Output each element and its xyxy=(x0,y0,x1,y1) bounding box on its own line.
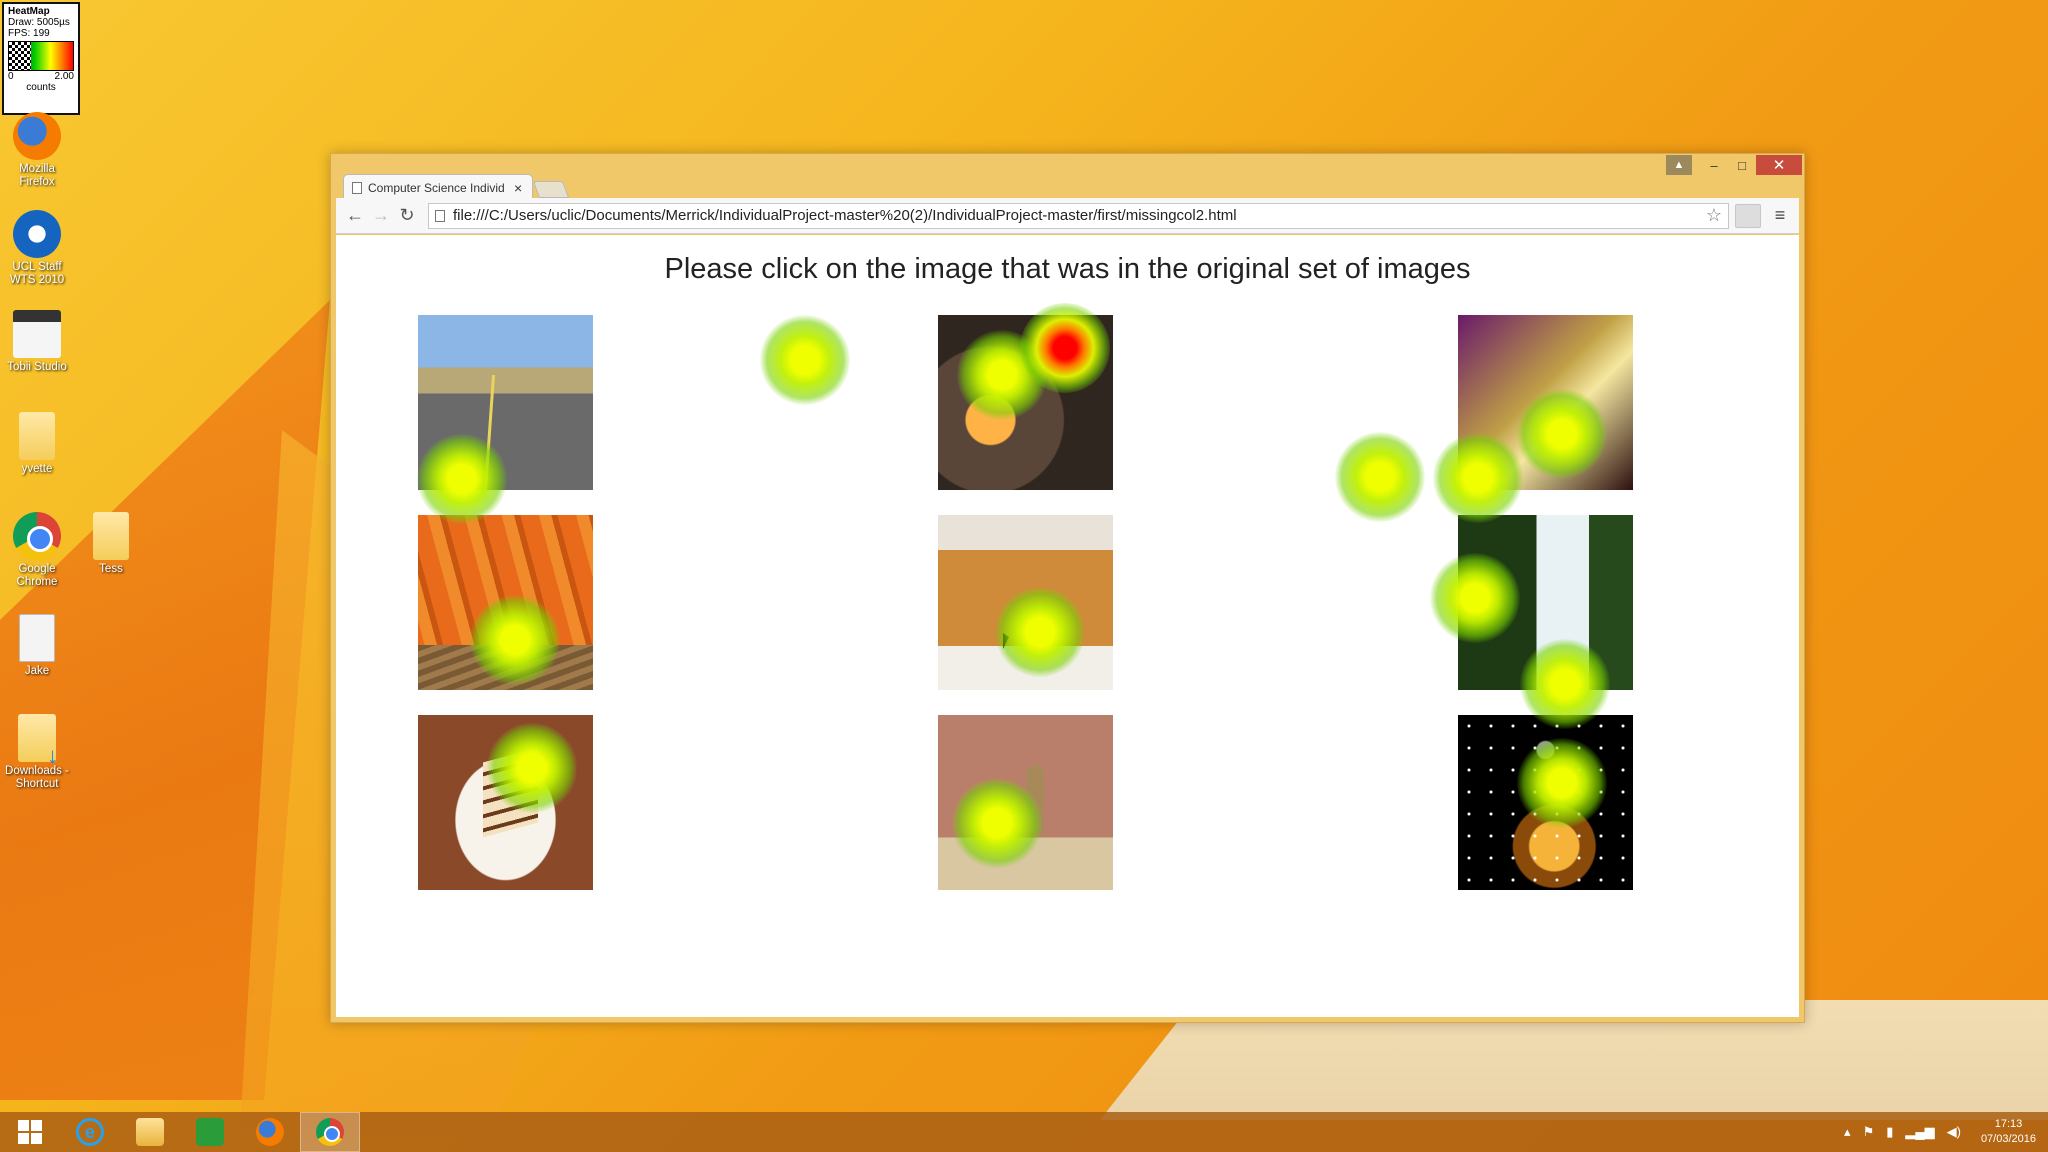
action-center-flag-icon[interactable]: ⚑ xyxy=(1863,1124,1875,1140)
tab-close-button[interactable]: × xyxy=(514,180,528,196)
show-hidden-icons-icon[interactable]: ▴ xyxy=(1844,1124,1851,1140)
desktop-icon-tobii[interactable]: Tobii Studio xyxy=(0,310,74,374)
title-bar[interactable]: Computer Science Individ × ▲ – □ ✕ xyxy=(331,154,1804,200)
page-icon xyxy=(352,181,362,194)
document-icon xyxy=(19,614,55,662)
heatmap-blob xyxy=(1517,738,1607,828)
folder-icon xyxy=(93,512,129,560)
chrome-icon xyxy=(13,512,61,560)
taskbar-store[interactable] xyxy=(180,1112,240,1152)
heatmap-draw-time: Draw: 5005µs xyxy=(8,17,70,28)
url-text: file:///C:/Users/uclic/Documents/Merrick… xyxy=(453,207,1237,224)
start-button[interactable] xyxy=(0,1112,60,1152)
desktop-icon-label: UCL Staff WTS 2010 xyxy=(9,261,65,286)
heatmap-blob xyxy=(487,723,577,813)
chrome-icon xyxy=(316,1118,344,1146)
page-prompt: Please click on the image that was in th… xyxy=(664,253,1471,285)
page-icon xyxy=(435,209,445,222)
clock-time: 17:13 xyxy=(1994,1118,2023,1130)
heatmap-blob xyxy=(1520,639,1610,729)
remote-desktop-icon xyxy=(13,210,61,258)
taskbar: e ▴ ⚑ ▮ ▂▄▆ ◀) 17:13 07/03/2016 xyxy=(0,1112,2048,1152)
heatmap-fps: FPS: 199 xyxy=(8,28,50,39)
firefox-icon xyxy=(256,1118,284,1146)
user-profile-icon[interactable]: ▲ xyxy=(1666,155,1692,175)
folder-icon xyxy=(19,412,55,460)
heatmap-blob xyxy=(760,315,850,405)
heatmap-blob xyxy=(1433,433,1523,523)
menu-icon[interactable]: ≡ xyxy=(1767,203,1793,229)
minimize-button[interactable]: – xyxy=(1700,155,1728,175)
heatmap-blob xyxy=(470,595,560,685)
heatmap-title: HeatMap xyxy=(8,6,50,17)
network-icon[interactable]: ▮ xyxy=(1886,1124,1893,1140)
taskbar-file-explorer[interactable] xyxy=(120,1112,180,1152)
heatmap-legend: HeatMap Draw: 5005µs FPS: 199 0 2.00 cou… xyxy=(2,2,80,115)
downloads-folder-icon xyxy=(18,714,58,762)
reload-icon[interactable]: ↻ xyxy=(394,203,420,229)
taskbar-firefox[interactable] xyxy=(240,1112,300,1152)
heatmap-scale-max: 2.00 xyxy=(54,71,74,82)
heatmap-blob xyxy=(1430,553,1520,643)
desktop-icon-label: yvette xyxy=(21,463,53,475)
heatmap-scale-min: 0 xyxy=(8,71,14,82)
browser-tab[interactable]: Computer Science Individ × xyxy=(343,174,533,200)
heatmap-hotspot xyxy=(1020,303,1110,393)
desktop-icon-label: Downloads - Shortcut xyxy=(5,765,69,790)
heatmap-blob xyxy=(1335,432,1425,522)
extension-icon[interactable] xyxy=(1735,203,1761,228)
tobii-studio-icon xyxy=(13,310,61,358)
desktop-icon-yvette[interactable]: yvette xyxy=(0,412,74,476)
desktop-icon-label: Jake xyxy=(24,665,50,677)
system-tray: ▴ ⚑ ▮ ▂▄▆ ◀) 17:13 07/03/2016 xyxy=(1838,1117,2048,1147)
heatmap-blob xyxy=(952,778,1042,868)
desktop-icon-firefox[interactable]: Mozilla Firefox xyxy=(0,112,74,189)
heatmap-blob xyxy=(417,434,507,524)
taskbar-chrome[interactable] xyxy=(300,1112,360,1152)
desktop-icon-label: Mozilla Firefox xyxy=(19,163,55,188)
store-icon xyxy=(196,1118,224,1146)
internet-explorer-icon: e xyxy=(76,1118,104,1146)
heatmap-blob xyxy=(1517,389,1607,479)
new-tab-button[interactable] xyxy=(532,181,570,198)
tab-title: Computer Science Individ xyxy=(368,180,505,195)
desktop-icon-downloads[interactable]: Downloads - Shortcut xyxy=(0,714,74,791)
clock-date: 07/03/2016 xyxy=(1980,1133,2036,1145)
volume-icon[interactable]: ◀) xyxy=(1947,1124,1961,1140)
desktop-icon-jake[interactable]: Jake xyxy=(0,614,74,678)
taskbar-internet-explorer[interactable]: e xyxy=(60,1112,120,1152)
browser-window: Computer Science Individ × ▲ – □ ✕ ← → ↻… xyxy=(330,153,1805,1023)
desktop-icon-chrome[interactable]: Google Chrome xyxy=(0,512,74,589)
heatmap-blob xyxy=(995,587,1085,677)
windows-logo-icon xyxy=(18,1120,42,1144)
heatmap-unit: counts xyxy=(26,82,56,93)
signal-icon[interactable]: ▂▄▆ xyxy=(1905,1124,1934,1140)
file-explorer-icon xyxy=(136,1118,164,1146)
desktop-icon-tess[interactable]: Tess xyxy=(74,512,148,576)
back-arrow-icon[interactable]: ← xyxy=(342,203,368,229)
close-button[interactable]: ✕ xyxy=(1756,155,1802,175)
forward-arrow-icon[interactable]: → xyxy=(368,203,394,229)
address-bar[interactable]: file:///C:/Users/uclic/Documents/Merrick… xyxy=(428,202,1729,229)
firefox-icon xyxy=(13,112,61,160)
desktop-icon-label: Tobii Studio xyxy=(7,361,67,373)
maximize-button[interactable]: □ xyxy=(1728,155,1756,175)
desktop-icon-wts[interactable]: UCL Staff WTS 2010 xyxy=(0,210,74,287)
browser-toolbar: ← → ↻ file:///C:/Users/uclic/Documents/M… xyxy=(336,198,1799,234)
bookmark-star-icon[interactable]: ☆ xyxy=(1706,205,1722,226)
desktop-icon-label: Tess xyxy=(99,563,123,575)
clock[interactable]: 17:13 07/03/2016 xyxy=(1981,1117,2036,1147)
desktop-icon-label: Google Chrome xyxy=(16,563,58,588)
heatmap-color-scale xyxy=(8,41,74,71)
